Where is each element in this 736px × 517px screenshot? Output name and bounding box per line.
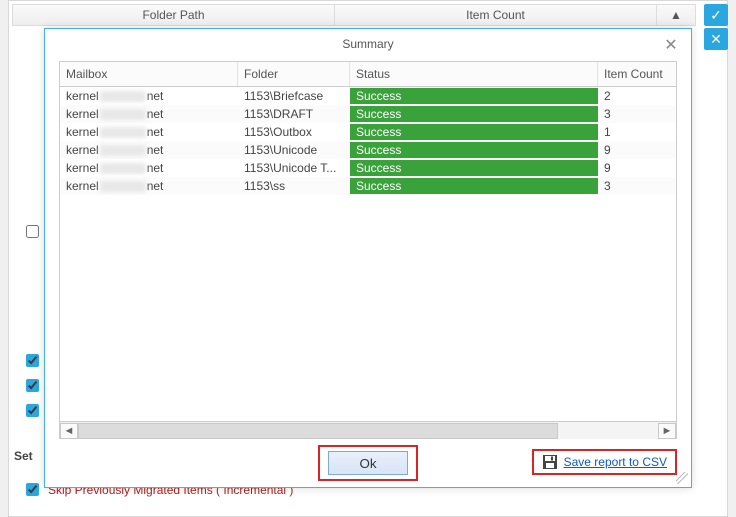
status-badge: Success [350, 88, 598, 104]
cell-count: 3 [598, 105, 676, 123]
save-report-link[interactable]: Save report to CSV [564, 455, 667, 469]
bg-col-item-count[interactable]: Item Count [335, 5, 657, 25]
cell-mailbox: kernelnet [60, 87, 238, 105]
redacted-text [100, 145, 146, 156]
table-row[interactable]: kernelnet1153\DRAFTSuccess3 [60, 105, 676, 123]
cell-count: 3 [598, 177, 676, 195]
resize-grip-icon[interactable] [676, 472, 688, 484]
bg-col-folder-path[interactable]: Folder Path [13, 5, 335, 25]
cell-count: 2 [598, 87, 676, 105]
left-checkbox-stack [22, 222, 42, 420]
table-row[interactable]: kernelnet1153\ssSuccess3 [60, 177, 676, 195]
cell-mailbox: kernelnet [60, 105, 238, 123]
cell-folder: 1153\Outbox [238, 123, 350, 141]
cell-mailbox: kernelnet [60, 159, 238, 177]
close-icon[interactable]: ✕ [661, 35, 681, 55]
skip-migrated-checkbox[interactable] [26, 483, 39, 496]
save-icon [542, 454, 558, 470]
table-row[interactable]: kernelnet1153\BriefcaseSuccess2 [60, 87, 676, 105]
summary-dialog: Summary ✕ Mailbox Folder Status Item Cou… [44, 28, 692, 488]
cell-folder: 1153\ss [238, 177, 350, 195]
status-badge: Success [350, 178, 598, 194]
bg-col-scroll-up[interactable]: ▲ [657, 5, 695, 25]
status-badge: Success [350, 160, 598, 176]
scroll-thumb[interactable] [78, 423, 558, 439]
redacted-text [100, 109, 146, 120]
scroll-right-icon[interactable]: ► [658, 423, 676, 439]
cell-status: Success [350, 159, 598, 177]
redacted-text [100, 163, 146, 174]
grid-header-row: Mailbox Folder Status Item Count [60, 62, 676, 87]
grid-body: kernelnet1153\BriefcaseSuccess2kernelnet… [60, 87, 676, 421]
horizontal-scrollbar[interactable]: ◄ ► [60, 421, 676, 439]
table-row[interactable]: kernelnet1153\UnicodeSuccess9 [60, 141, 676, 159]
cell-mailbox: kernelnet [60, 141, 238, 159]
bg-checkbox-3[interactable] [22, 376, 42, 395]
settings-heading: Set [14, 449, 33, 463]
bg-checkbox-4[interactable] [22, 401, 42, 420]
cell-status: Success [350, 141, 598, 159]
col-mailbox[interactable]: Mailbox [60, 62, 238, 86]
dialog-footer: Ok Save report to CSV [45, 439, 691, 487]
scroll-left-icon[interactable]: ◄ [60, 423, 78, 439]
ok-highlight-box: Ok [318, 445, 418, 481]
cell-count: 1 [598, 123, 676, 141]
clear-all-icon[interactable]: ✕ [704, 28, 728, 50]
dialog-title-text: Summary [342, 37, 393, 51]
cell-count: 9 [598, 159, 676, 177]
right-action-buttons: ✓ ✕ [704, 4, 728, 50]
col-status[interactable]: Status [350, 62, 598, 86]
save-report-highlight-box: Save report to CSV [532, 449, 677, 475]
cell-status: Success [350, 87, 598, 105]
cell-folder: 1153\Briefcase [238, 87, 350, 105]
col-folder[interactable]: Folder [238, 62, 350, 86]
redacted-text [100, 127, 146, 138]
table-row[interactable]: kernelnet1153\Unicode T...Success9 [60, 159, 676, 177]
redacted-text [100, 181, 146, 192]
cell-count: 9 [598, 141, 676, 159]
cell-mailbox: kernelnet [60, 123, 238, 141]
redacted-text [100, 91, 146, 102]
status-badge: Success [350, 124, 598, 140]
ok-button[interactable]: Ok [328, 451, 408, 475]
scroll-track[interactable] [78, 423, 658, 439]
col-item-count[interactable]: Item Count [598, 62, 676, 86]
select-all-icon[interactable]: ✓ [704, 4, 728, 26]
cell-folder: 1153\DRAFT [238, 105, 350, 123]
bg-checkbox-2[interactable] [22, 351, 42, 370]
cell-status: Success [350, 177, 598, 195]
background-columns-header: Folder Path Item Count ▲ [12, 4, 696, 26]
bg-checkbox-1[interactable] [22, 222, 42, 241]
summary-grid: Mailbox Folder Status Item Count kerneln… [59, 61, 677, 439]
cell-status: Success [350, 105, 598, 123]
cell-folder: 1153\Unicode T... [238, 159, 350, 177]
cell-status: Success [350, 123, 598, 141]
status-badge: Success [350, 142, 598, 158]
table-row[interactable]: kernelnet1153\OutboxSuccess1 [60, 123, 676, 141]
status-badge: Success [350, 106, 598, 122]
dialog-title-bar: Summary ✕ [45, 29, 691, 57]
cell-folder: 1153\Unicode [238, 141, 350, 159]
cell-mailbox: kernelnet [60, 177, 238, 195]
